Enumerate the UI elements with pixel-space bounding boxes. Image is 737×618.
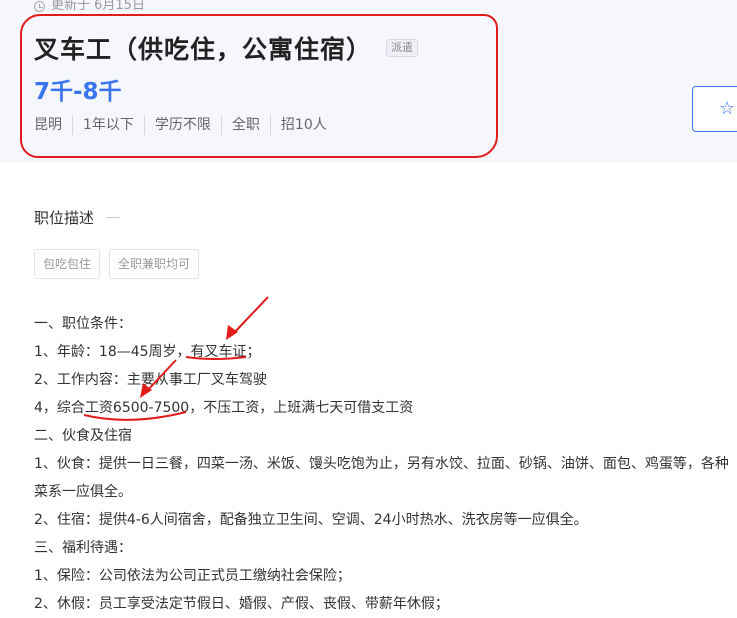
title-row: 叉车工（供吃住，公寓住宿） 派遣 [34, 30, 419, 66]
star-icon: ☆ [719, 98, 736, 119]
updated-text: 更新于 6月15日 [51, 0, 145, 13]
clock-icon [34, 0, 45, 12]
job-description: 一、职位条件： 1、年龄：18—45周岁，有叉车证； 2、工作内容：主要从事工厂… [34, 310, 734, 618]
job-header: 更新于 6月15日 叉车工（供吃住，公寓住宿） 派遣 7千-8千 昆明 1年以下… [0, 0, 737, 163]
section-title-text: 职位描述 [34, 209, 95, 227]
desc-line: 二、伙食及住宿 [34, 428, 132, 444]
meta-education: 学历不限 [143, 115, 221, 135]
dispatch-badge: 派遣 [386, 39, 419, 57]
desc-line: 2、休假：员工享受法定节假日、婚假、产假、丧假、带薪年休假； [34, 596, 449, 612]
desc-line: 2、工作内容：主要从事工厂叉车驾驶 [34, 372, 267, 388]
section-title: 职位描述 [34, 207, 121, 228]
meta-headcount: 招10人 [269, 115, 337, 135]
job-meta: 昆明 1年以下 学历不限 全职 招10人 [34, 115, 337, 135]
meta-location: 昆明 [34, 117, 62, 133]
desc-line: 三、福利待遇： [34, 540, 132, 556]
job-title: 叉车工（供吃住，公寓住宿） [34, 35, 373, 64]
updated-time: 更新于 6月15日 [34, 0, 145, 15]
section-divider [106, 217, 121, 218]
meta-job-type: 全职 [220, 115, 270, 135]
tag-item: 全职兼职均可 [109, 249, 200, 279]
tag-item: 包吃包住 [34, 249, 101, 279]
favorite-button[interactable]: ☆ [692, 86, 737, 132]
desc-line: 4，综合工资6500-7500，不压工资，上班满七天可借支工资 [34, 400, 414, 416]
desc-line: 菜系一应俱全。 [34, 484, 132, 500]
desc-line: 1、伙食：提供一日三餐，四菜一汤、米饭、馒头吃饱为止，另有水饺、拉面、砂锅、油饼… [34, 456, 729, 472]
desc-line: 一、职位条件： [34, 316, 132, 332]
tag-list: 包吃包住 全职兼职均可 [34, 249, 200, 279]
desc-line: 2、住宿：提供4-6人间宿舍，配备独立卫生间、空调、24小时热水、洗衣房等一应俱… [34, 512, 588, 528]
desc-line: 1、年龄：18—45周岁，有叉车证； [34, 344, 261, 360]
desc-line: 1、保险：公司依法为公司正式员工缴纳社会保险； [34, 568, 351, 584]
salary: 7千-8千 [34, 79, 122, 105]
meta-experience: 1年以下 [72, 115, 144, 135]
